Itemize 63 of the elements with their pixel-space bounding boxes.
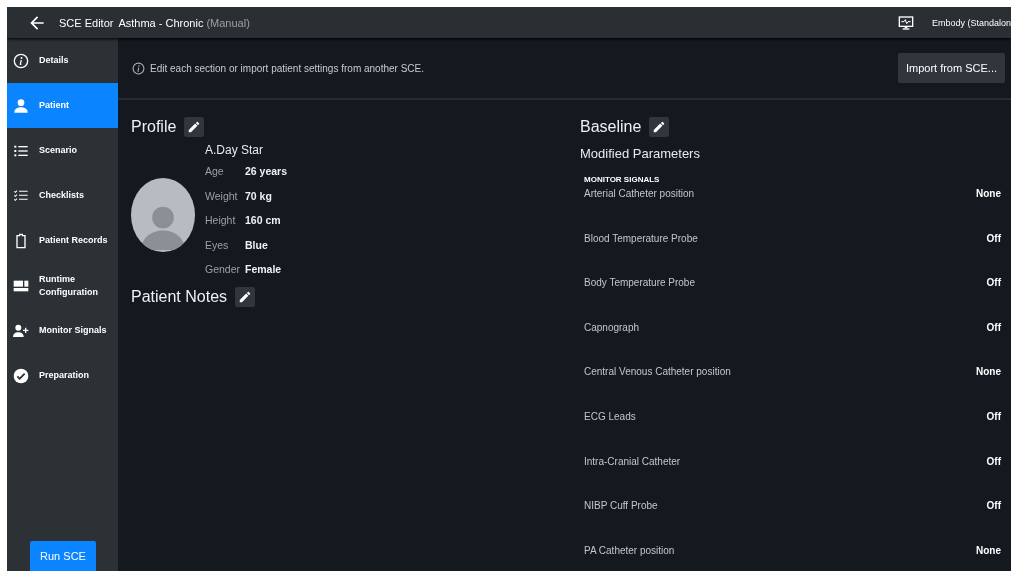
field-label: Weight — [205, 188, 239, 204]
sidebar-item[interactable]: Scenario — [7, 128, 118, 173]
sidebar-item[interactable]: Runtime Configuration — [7, 263, 118, 308]
run-sce-button[interactable]: Run SCE — [30, 541, 96, 571]
edit-button[interactable] — [184, 117, 205, 137]
edit-button[interactable] — [649, 117, 670, 137]
sidebar-item[interactable]: Patient Records — [7, 218, 118, 263]
field-label: Eyes — [205, 237, 230, 253]
parameter-value: Off — [986, 321, 1001, 335]
field-label: Gender — [205, 262, 242, 278]
field-value: 160 cm — [245, 213, 282, 229]
pencil-icon — [238, 290, 253, 305]
section-heading: Profile — [131, 118, 177, 136]
pencil-icon — [652, 120, 667, 134]
parameter-label: Capnograph — [584, 321, 640, 335]
check-circle-icon — [13, 367, 29, 384]
field-label: Height — [205, 213, 237, 229]
parameter-label: Blood Temperature Probe — [584, 232, 698, 246]
group-heading: MONITOR SIGNALS — [584, 175, 661, 184]
field-value: 26 years — [245, 164, 288, 179]
field-value: Blue — [245, 237, 269, 253]
field-value: Female — [245, 262, 283, 278]
parameter-label: ECG Leads — [584, 410, 636, 424]
parameter-label: Intra-Cranial Catheter — [584, 455, 681, 469]
edit-button[interactable] — [235, 287, 256, 308]
person-plus-icon — [13, 322, 29, 339]
person-icon — [13, 97, 29, 114]
section-heading: Baseline — [580, 118, 642, 136]
sidebar-item[interactable]: Details — [7, 38, 118, 83]
info-icon — [13, 52, 29, 69]
window-title: SCE Editor — [59, 16, 114, 29]
info-icon — [132, 61, 145, 75]
clipboard-icon — [13, 232, 29, 249]
checklist-icon — [13, 187, 29, 204]
parameter-value: Off — [986, 232, 1001, 246]
parameter-label: Arterial Catheter position — [584, 188, 695, 201]
parameter-value: Off — [986, 455, 1001, 469]
parameter-label: Central Venous Catheter position — [584, 366, 731, 380]
device-name: Embody (Standalon — [931, 17, 1011, 28]
parameter-label: Body Temperature Probe — [584, 277, 695, 291]
sidebar-item[interactable]: Checklists — [7, 173, 118, 218]
sidebar-item[interactable]: Monitor Signals — [7, 308, 118, 353]
sidebar-item[interactable]: Patient — [7, 83, 118, 128]
scenario-mode: (Manual) — [206, 16, 250, 29]
scenario-name: Asthma - Chronic — [118, 16, 204, 29]
subheading: Modified Parameters — [580, 146, 701, 161]
parameter-value: None — [976, 366, 1001, 380]
parameter-label: PA Catheter position — [584, 544, 675, 558]
parameter-label: NIBP Cuff Probe — [584, 500, 658, 514]
field-value: 70 kg — [245, 188, 273, 204]
pencil-icon — [187, 120, 202, 134]
parameter-value: Off — [986, 500, 1001, 514]
parameter-value: None — [976, 188, 1001, 201]
info-message: Edit each section or import patient settings from another SCE. — [150, 62, 425, 74]
sidebar-item[interactable]: Preparation — [7, 353, 118, 398]
field-label: Age — [205, 164, 225, 179]
parameter-value: None — [976, 544, 1001, 558]
parameter-value: Off — [986, 410, 1001, 424]
monitor-icon — [897, 14, 914, 31]
parameter-value: Off — [986, 277, 1001, 291]
import-button[interactable]: Import from SCE... — [897, 53, 1005, 83]
section-heading: Patient Notes — [131, 288, 228, 307]
patient-name: A.Day Star — [205, 143, 265, 157]
